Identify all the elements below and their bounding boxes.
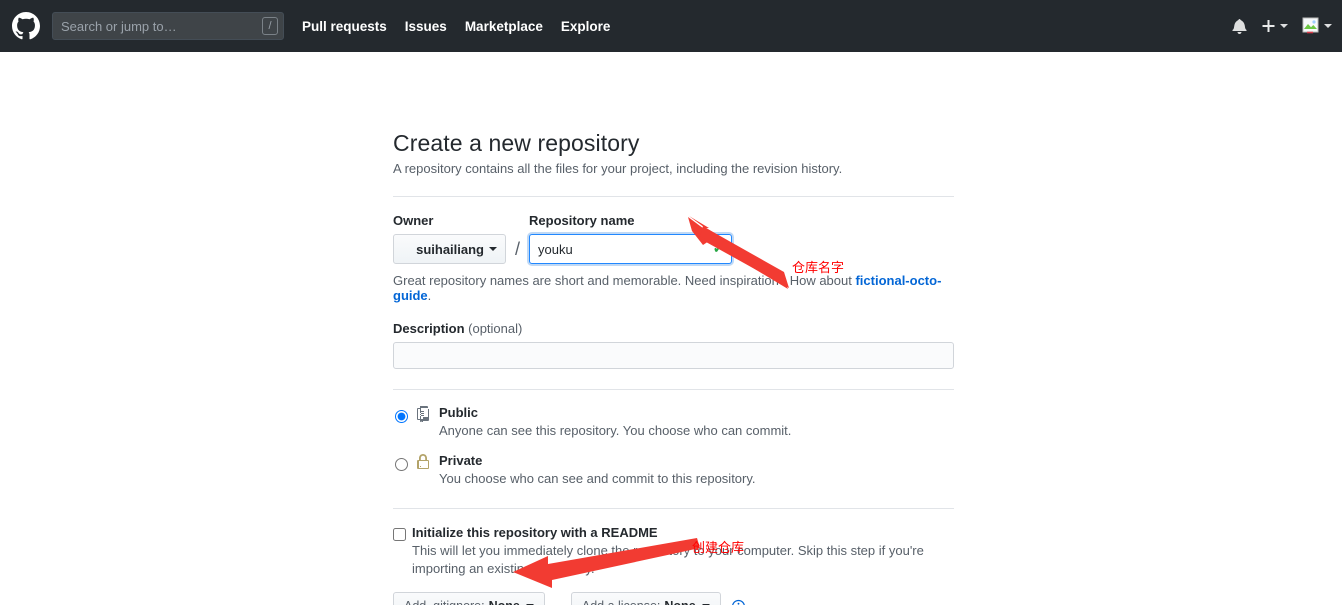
readme-option[interactable]: Initialize this repository with a README… bbox=[393, 525, 954, 578]
new-repository-form: Create a new repository A repository con… bbox=[393, 130, 954, 605]
github-mark-icon[interactable] bbox=[12, 12, 40, 40]
search-box[interactable]: / bbox=[52, 12, 284, 40]
owner-label: Owner bbox=[393, 213, 434, 228]
repository-name-label: Repository name bbox=[529, 213, 635, 228]
search-input[interactable] bbox=[52, 12, 284, 40]
avatar-image-icon bbox=[1302, 17, 1319, 34]
bell-icon[interactable] bbox=[1232, 18, 1247, 34]
template-selectors: Add .gitignore: None Add a license: None bbox=[393, 592, 954, 605]
visibility-options: Public Anyone can see this repository. Y… bbox=[393, 404, 954, 488]
chevron-down-icon bbox=[1324, 24, 1332, 28]
avatar[interactable] bbox=[1302, 17, 1332, 35]
owner-field: Owner suihailiang bbox=[393, 213, 506, 264]
repository-name-hint: Great repository names are short and mem… bbox=[393, 273, 954, 303]
visibility-option-public[interactable]: Public Anyone can see this repository. Y… bbox=[393, 404, 954, 440]
site-header: / Pull requests Issues Marketplace Explo… bbox=[0, 0, 1342, 52]
divider-top bbox=[393, 196, 954, 197]
chevron-down-icon bbox=[1280, 24, 1288, 28]
hint-text-before: Great repository names are short and mem… bbox=[393, 273, 856, 288]
owner-repo-separator: / bbox=[515, 239, 521, 259]
repository-name-input[interactable] bbox=[529, 234, 733, 264]
nav-marketplace[interactable]: Marketplace bbox=[465, 19, 543, 34]
description-label: Description (optional) bbox=[393, 321, 954, 336]
readme-title: Initialize this repository with a README bbox=[412, 525, 658, 540]
info-circle-icon[interactable] bbox=[731, 599, 746, 605]
gitignore-select-button[interactable]: Add .gitignore: None bbox=[393, 592, 545, 605]
primary-nav: Pull requests Issues Marketplace Explore bbox=[302, 19, 628, 34]
license-value: None bbox=[664, 599, 695, 605]
search-shortcut-badge: / bbox=[262, 17, 278, 35]
page-title: Create a new repository bbox=[393, 130, 640, 156]
nav-issues[interactable]: Issues bbox=[405, 19, 447, 34]
owner-repo-row: Owner suihailiang / Repository name ✓ bbox=[393, 213, 954, 264]
check-icon: ✓ bbox=[712, 240, 726, 257]
hint-text-after: . bbox=[427, 288, 432, 303]
public-description: Anyone can see this repository. You choo… bbox=[439, 423, 792, 438]
private-radio[interactable] bbox=[395, 458, 408, 471]
license-prefix: Add a license: bbox=[582, 599, 661, 605]
description-input[interactable] bbox=[393, 342, 954, 369]
nav-pull-requests[interactable]: Pull requests bbox=[302, 19, 387, 34]
visibility-option-private[interactable]: Private You choose who can see and commi… bbox=[393, 452, 954, 488]
divider-before-readme bbox=[393, 508, 954, 509]
gitignore-prefix: Add .gitignore: bbox=[404, 599, 485, 605]
description-optional-text: (optional) bbox=[468, 321, 523, 336]
private-description: You choose who can see and commit to thi… bbox=[439, 471, 756, 486]
gitignore-value: None bbox=[489, 599, 520, 605]
public-title: Public bbox=[439, 405, 479, 420]
divider-after-description bbox=[393, 389, 954, 390]
plus-icon bbox=[1262, 20, 1275, 32]
header-right-actions bbox=[1218, 0, 1332, 52]
public-radio[interactable] bbox=[395, 410, 408, 423]
create-new-button[interactable] bbox=[1261, 18, 1288, 34]
license-select-button[interactable]: Add a license: None bbox=[570, 592, 721, 605]
repo-book-icon bbox=[415, 406, 431, 427]
description-field: Description (optional) bbox=[393, 321, 954, 369]
description-label-text: Description bbox=[393, 321, 465, 336]
owner-select-button[interactable]: suihailiang bbox=[393, 234, 506, 264]
nav-explore[interactable]: Explore bbox=[561, 19, 611, 34]
owner-selected-value: suihailiang bbox=[416, 241, 484, 257]
repository-name-field: Repository name ✓ bbox=[529, 213, 733, 264]
lock-icon bbox=[415, 454, 431, 475]
readme-checkbox[interactable] bbox=[393, 528, 406, 541]
chevron-down-icon bbox=[489, 247, 497, 251]
private-title: Private bbox=[439, 453, 483, 468]
readme-description: This will let you immediately clone the … bbox=[412, 543, 924, 576]
page-subtitle: A repository contains all the files for … bbox=[393, 161, 843, 176]
